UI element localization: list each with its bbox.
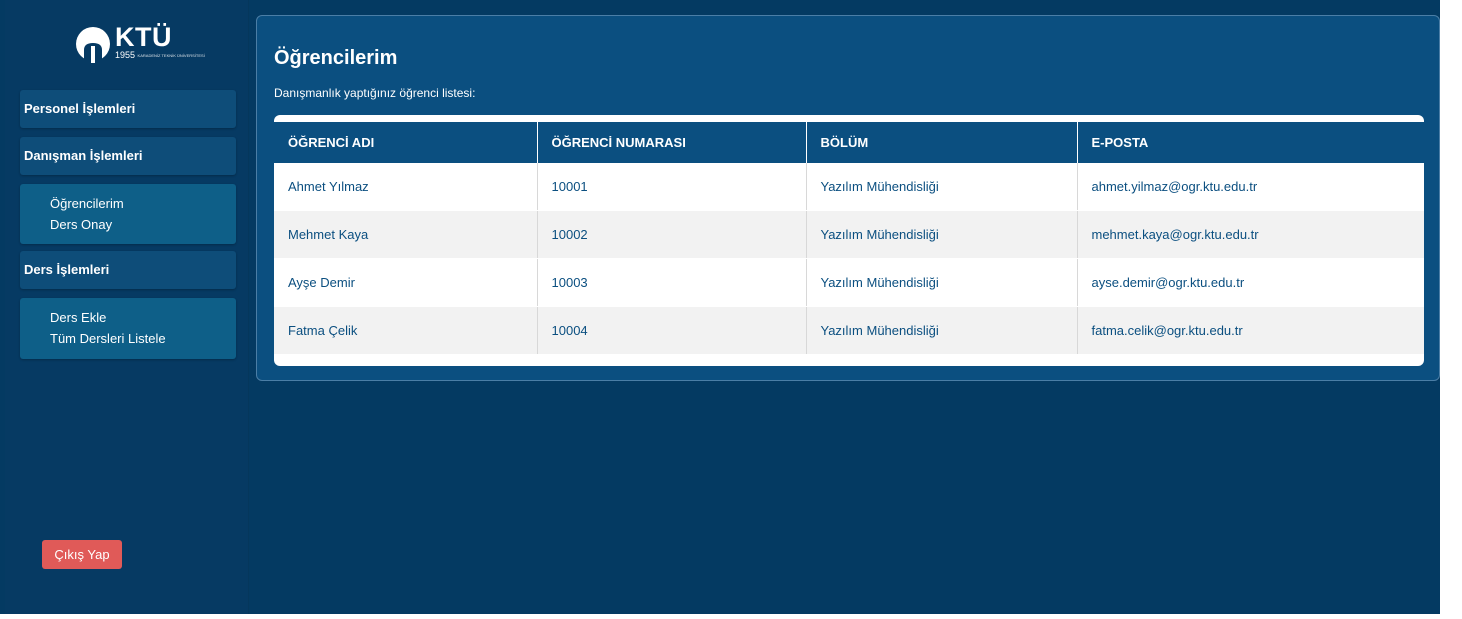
nav-section-ders[interactable]: Ders İşlemleri	[20, 251, 236, 289]
table-row: Mehmet Kaya 10002 Yazılım Mühendisliği m…	[274, 210, 1424, 259]
nav-link-ders-ekle[interactable]: Ders Ekle	[50, 307, 236, 328]
cell-student-name: Ayşe Demir	[274, 258, 538, 307]
nav-link-tum-dersleri-listele[interactable]: Tüm Dersleri Listele	[50, 328, 236, 349]
cell-email: mehmet.kaya@ogr.ktu.edu.tr	[1077, 210, 1424, 259]
column-header-department: BÖLÜM	[806, 122, 1078, 163]
table-row: Ahmet Yılmaz 10001 Yazılım Mühendisliği …	[274, 163, 1424, 211]
ktu-logo: KTÜ 1955 KARADENİZ TEKNİK ÜNİVERSİTESİ	[73, 20, 205, 70]
page-subtitle: Danışmanlık yaptığınız öğrenci listesi:	[274, 86, 476, 100]
table-row: Fatma Çelik 10004 Yazılım Mühendisliği f…	[274, 306, 1424, 355]
table-header-row: ÖĞRENCİ ADI ÖĞRENCİ NUMARASI BÖLÜM E-POS…	[274, 122, 1424, 163]
brand-name: KTÜ	[115, 22, 172, 52]
cell-department: Yazılım Mühendisliği	[806, 258, 1078, 307]
cell-student-name: Mehmet Kaya	[274, 210, 538, 259]
cell-department: Yazılım Mühendisliği	[806, 163, 1078, 211]
cell-department: Yazılım Mühendisliği	[806, 210, 1078, 259]
brand-year: 1955	[115, 50, 136, 60]
column-header-name: ÖĞRENCİ ADI	[274, 122, 538, 163]
column-header-number: ÖĞRENCİ NUMARASI	[537, 122, 807, 163]
students-panel: Öğrencilerim Danışmanlık yaptığınız öğre…	[256, 15, 1440, 381]
cell-student-number: 10004	[537, 306, 807, 355]
page-title: Öğrencilerim	[274, 47, 398, 69]
nav-submenu-ders: Ders Ekle Tüm Dersleri Listele	[20, 298, 236, 359]
sidebar: KTÜ 1955 KARADENİZ TEKNİK ÜNİVERSİTESİ P…	[5, 0, 248, 614]
students-table: ÖĞRENCİ ADI ÖĞRENCİ NUMARASI BÖLÜM E-POS…	[274, 122, 1424, 355]
cell-email: ahmet.yilmaz@ogr.ktu.edu.tr	[1077, 163, 1424, 211]
cell-student-number: 10003	[537, 258, 807, 307]
nav-link-ders-onay[interactable]: Ders Onay	[50, 214, 236, 235]
ktu-emblem-icon	[76, 27, 110, 63]
cell-email: ayse.demir@ogr.ktu.edu.tr	[1077, 258, 1424, 307]
nav-section-danisman[interactable]: Danışman İşlemleri	[20, 137, 236, 175]
app-root: KTÜ 1955 KARADENİZ TEKNİK ÜNİVERSİTESİ P…	[0, 0, 1440, 614]
column-header-email: E-POSTA	[1077, 122, 1424, 163]
cell-student-name: Fatma Çelik	[274, 306, 538, 355]
cell-student-number: 10002	[537, 210, 807, 259]
table-row: Ayşe Demir 10003 Yazılım Mühendisliği ay…	[274, 258, 1424, 307]
cell-student-number: 10001	[537, 163, 807, 211]
logout-button[interactable]: Çıkış Yap	[42, 540, 122, 569]
nav-section-personel[interactable]: Personel İşlemleri	[20, 90, 236, 128]
brand-subtitle: 1955 KARADENİZ TEKNİK ÜNİVERSİTESİ	[115, 50, 205, 61]
nav-link-ogrencilerim[interactable]: Öğrencilerim	[50, 193, 236, 214]
cell-student-name: Ahmet Yılmaz	[274, 163, 538, 211]
cell-email: fatma.celik@ogr.ktu.edu.tr	[1077, 306, 1424, 355]
cell-department: Yazılım Mühendisliği	[806, 306, 1078, 355]
students-table-card: ÖĞRENCİ ADI ÖĞRENCİ NUMARASI BÖLÜM E-POS…	[274, 115, 1424, 366]
nav-submenu-danisman: Öğrencilerim Ders Onay	[20, 184, 236, 244]
brand-tagline: KARADENİZ TEKNİK ÜNİVERSİTESİ	[137, 52, 205, 58]
